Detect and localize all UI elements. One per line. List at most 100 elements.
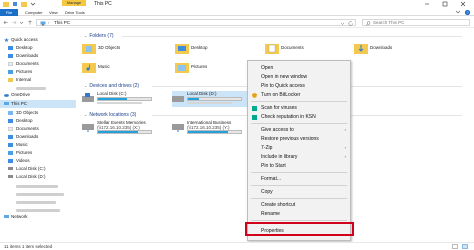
chevron-down-icon[interactable]: ⌄ bbox=[84, 83, 87, 88]
menu-item-7zip[interactable]: 7-Zip › bbox=[248, 144, 350, 152]
menu-item-copy[interactable]: Copy bbox=[248, 188, 350, 196]
help-icon[interactable]: ? bbox=[464, 9, 471, 16]
chevron-down-icon[interactable]: ⌄ bbox=[84, 33, 87, 38]
menu-item-give-access[interactable]: Give access to › bbox=[248, 126, 350, 134]
menu-item-create-shortcut[interactable]: Create shortcut bbox=[248, 201, 350, 209]
maximize-icon[interactable] bbox=[438, 0, 452, 8]
folder-3d-objects[interactable]: 3D Objects bbox=[82, 42, 142, 58]
nav-item-documents[interactable]: Documents bbox=[0, 60, 76, 68]
folder-pictures-icon bbox=[175, 61, 189, 73]
nav-item-desktop[interactable]: Desktop bbox=[0, 44, 76, 52]
search-input[interactable]: Search This PC bbox=[362, 19, 470, 26]
address-bar[interactable]: › This PC bbox=[36, 19, 356, 26]
minimize-icon[interactable] bbox=[420, 0, 434, 8]
menu-item-restore-versions[interactable]: Restore previous versions bbox=[248, 135, 350, 143]
menu-separator bbox=[251, 220, 347, 221]
nav-item-3d-objects[interactable]: 3D Objects bbox=[0, 109, 76, 117]
nav-network[interactable]: Network bbox=[0, 213, 76, 221]
breadcrumb[interactable]: This PC bbox=[54, 20, 70, 26]
nav-item-pc-documents[interactable]: Documents bbox=[0, 125, 76, 133]
nav-item-local-disk-c[interactable]: Local Disk (C:) bbox=[0, 165, 76, 173]
menu-item-turn-on-bitlocker[interactable]: Turn on BitLocker bbox=[248, 91, 350, 99]
properties-highlight-box bbox=[245, 222, 354, 236]
menu-item-format[interactable]: Format... bbox=[248, 175, 350, 183]
folder-downloads[interactable]: Downloads bbox=[354, 42, 414, 58]
folder-desktop[interactable]: Desktop bbox=[175, 42, 235, 58]
folder-music[interactable]: Music bbox=[82, 61, 142, 77]
folder-pictures[interactable]: Pictures bbox=[175, 61, 235, 77]
nav-item-pc-desktop[interactable]: Desktop bbox=[0, 117, 76, 125]
network-location-stellar[interactable]: Stellar Events Memories (\\172.16.10.235… bbox=[82, 120, 162, 136]
quick-access-toolbar-icon[interactable] bbox=[12, 1, 18, 7]
redacted-item bbox=[16, 201, 56, 204]
close-icon[interactable] bbox=[456, 0, 470, 8]
tab-file[interactable]: File bbox=[0, 9, 18, 16]
folder-music-icon bbox=[8, 143, 13, 147]
group-header-devices[interactable]: ⌄ Devices and drives (2) bbox=[84, 83, 139, 89]
network-location-international[interactable]: International Business (\\172.16.10.235)… bbox=[172, 120, 252, 136]
network-icon bbox=[4, 215, 9, 219]
menu-item-pin-start[interactable]: Pin to Start bbox=[248, 162, 350, 170]
ribbon-expand-icon[interactable] bbox=[455, 10, 461, 15]
menu-item-open-new-window[interactable]: Open in new window bbox=[248, 73, 350, 81]
refresh-icon[interactable] bbox=[348, 20, 354, 26]
recent-locations-icon[interactable] bbox=[19, 20, 24, 25]
drive-usage-fill bbox=[98, 131, 138, 133]
large-icons-view-icon[interactable] bbox=[462, 244, 468, 249]
menu-separator bbox=[251, 123, 347, 124]
nav-item-local-disk-d[interactable]: Local Disk (D:) bbox=[0, 173, 76, 181]
customize-toolbar-icon[interactable] bbox=[30, 1, 36, 7]
new-folder-icon[interactable] bbox=[21, 1, 27, 7]
group-header-folders[interactable]: ⌄ Folders (7) bbox=[84, 33, 114, 39]
nav-item-pc-pictures[interactable]: Pictures bbox=[0, 149, 76, 157]
menu-item-check-ksn[interactable]: Check reputation in KSN bbox=[248, 113, 350, 121]
details-view-icon[interactable] bbox=[452, 244, 458, 249]
drive-icon bbox=[82, 93, 94, 103]
nav-item-downloads[interactable]: Downloads bbox=[0, 52, 76, 60]
tab-drive-tools[interactable]: Drive Tools bbox=[62, 9, 88, 16]
menu-item-rename[interactable]: Rename bbox=[248, 210, 350, 218]
up-arrow-icon[interactable] bbox=[27, 20, 33, 25]
folder-download-icon bbox=[354, 42, 368, 54]
chevron-down-icon[interactable] bbox=[340, 21, 345, 26]
cloud-icon bbox=[4, 93, 9, 97]
folder-icon bbox=[3, 1, 9, 7]
tab-view[interactable]: View bbox=[46, 9, 61, 16]
back-arrow-icon[interactable] bbox=[3, 20, 9, 25]
forward-arrow-icon[interactable] bbox=[11, 20, 17, 25]
nav-item-music[interactable]: Music bbox=[0, 141, 76, 149]
tab-computer[interactable]: Computer bbox=[22, 9, 46, 16]
menu-item-include-library[interactable]: Include in library › bbox=[248, 153, 350, 161]
folder-documents-icon bbox=[265, 42, 279, 54]
status-text: 11 items 1 item selected bbox=[4, 244, 53, 249]
group-header-network[interactable]: ⌄ Network locations (3) bbox=[84, 112, 136, 118]
drive-local-disk-c[interactable]: Local Disk (C:) bbox=[82, 91, 162, 107]
divider bbox=[122, 36, 462, 37]
drive-local-disk-d[interactable]: Local Disk (D:) bbox=[172, 91, 252, 107]
folder-desktop-icon bbox=[8, 46, 13, 50]
submenu-arrow-icon: › bbox=[344, 154, 346, 159]
nav-onedrive[interactable]: OneDrive bbox=[0, 91, 76, 99]
drive-usage-bar bbox=[97, 97, 152, 101]
nav-item-pc-downloads[interactable]: Downloads bbox=[0, 133, 76, 141]
address-row: › This PC Search This PC bbox=[0, 17, 474, 28]
chevron-down-icon[interactable]: ⌄ bbox=[84, 112, 87, 117]
folder-videos-icon bbox=[8, 159, 13, 163]
redacted-item bbox=[97, 102, 142, 104]
nav-this-pc[interactable]: This PC bbox=[0, 100, 76, 108]
manage-contextual-tab[interactable]: Manage bbox=[62, 0, 86, 6]
menu-item-scan-viruses[interactable]: Scan for viruses bbox=[248, 104, 350, 112]
drive-icon bbox=[8, 175, 13, 179]
drive-usage-fill bbox=[98, 98, 128, 100]
drive-usage-fill bbox=[188, 98, 199, 100]
menu-separator bbox=[251, 185, 347, 186]
folder-download-icon bbox=[8, 54, 13, 58]
menu-item-pin-quick-access[interactable]: Pin to Quick access bbox=[248, 82, 350, 90]
folder-documents[interactable]: Documents bbox=[265, 42, 325, 58]
nav-item-videos[interactable]: Videos bbox=[0, 157, 76, 165]
nav-item-internal[interactable]: Internal bbox=[0, 76, 76, 84]
nav-quick-access[interactable]: Quick access bbox=[0, 36, 76, 44]
nav-item-pictures[interactable]: Pictures bbox=[0, 68, 76, 76]
menu-item-open[interactable]: Open bbox=[248, 64, 350, 72]
star-icon bbox=[4, 38, 9, 42]
